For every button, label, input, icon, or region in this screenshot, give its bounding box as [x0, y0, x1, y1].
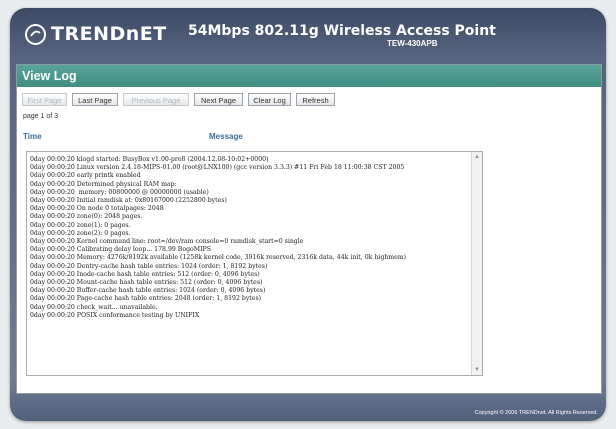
brand-logo: TRENDnET	[51, 23, 167, 45]
scroll-up-icon[interactable]: ▲	[473, 153, 481, 161]
copyright-footer: Copyright © 2006 TRENDnet. All Rights Re…	[474, 410, 598, 416]
log-content: 0day 00:00:20 klogd started: BusyBox v1.…	[30, 156, 407, 319]
product-title: 54Mbps 802.11g Wireless Access Point	[188, 23, 496, 39]
time-column-header: Time	[23, 132, 42, 141]
message-column-header: Message	[209, 132, 243, 141]
header: TRENDnET 54Mbps 802.11g Wireless Access …	[10, 8, 606, 64]
log-textarea[interactable]: 0day 00:00:20 klogd started: BusyBox v1.…	[26, 151, 483, 376]
page-indicator: page 1 of 3	[23, 113, 59, 120]
refresh-button[interactable]: Refresh	[296, 93, 335, 106]
scroll-down-icon[interactable]: ▼	[473, 366, 481, 374]
panel-title: View Log	[17, 65, 601, 87]
trendnet-logo-icon	[25, 24, 46, 45]
clear-log-button[interactable]: Clear Log	[248, 93, 291, 106]
previous-page-button[interactable]: Previous Page	[123, 93, 189, 106]
first-page-button[interactable]: First Page	[22, 93, 67, 106]
log-scrollbar[interactable]: ▲ ▼	[471, 152, 482, 375]
last-page-button[interactable]: Last Page	[72, 93, 118, 106]
next-page-button[interactable]: Next Page	[194, 93, 243, 106]
page-frame: TRENDnET 54Mbps 802.11g Wireless Access …	[10, 8, 606, 421]
model-number: TEW-430APB	[387, 39, 438, 48]
view-log-panel: View Log First Page Last Page Previous P…	[16, 64, 602, 394]
